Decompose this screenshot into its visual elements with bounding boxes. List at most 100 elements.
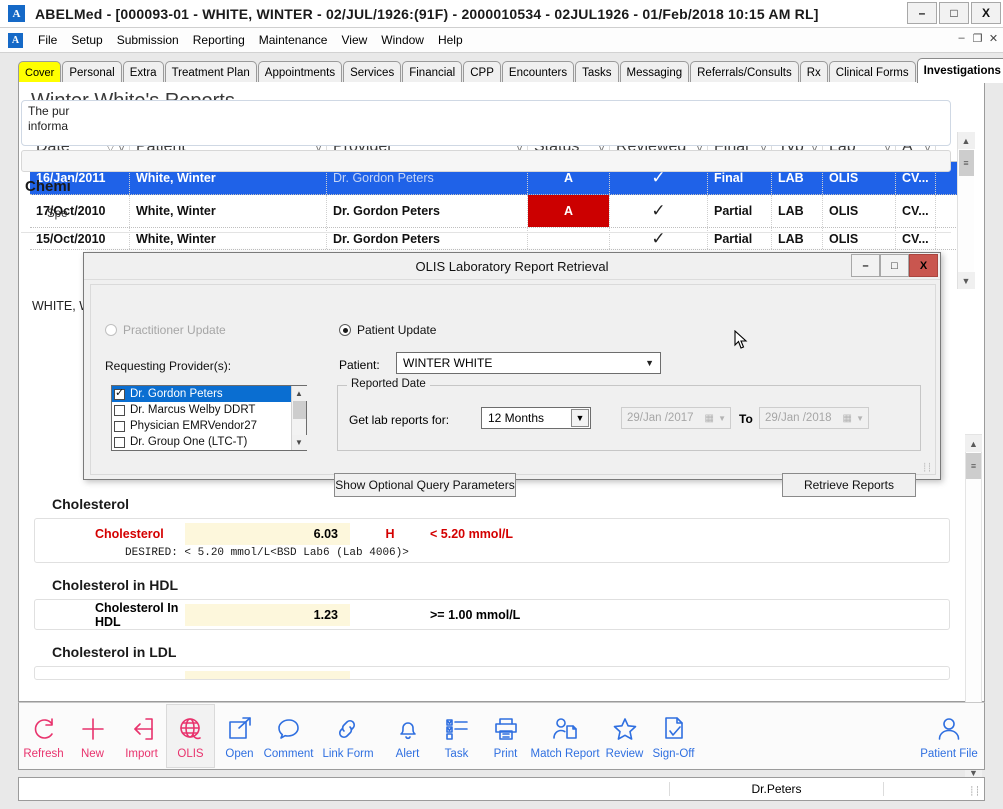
toolbar-button-open[interactable]: Open (215, 704, 264, 768)
toolbar-button-label: Alert (396, 748, 420, 760)
toolbar-button-patient-file[interactable]: Patient File (914, 704, 984, 768)
months-range-value: 12 Months (488, 411, 544, 425)
requesting-providers-list[interactable]: Dr. Gordon Peters Dr. Marcus Welby DDRTPh… (111, 385, 307, 451)
toolbar-button-label: OLIS (177, 748, 203, 760)
chevron-down-icon[interactable]: ▼ (571, 409, 589, 427)
result-card[interactable]: Cholesterol6.03H< 5.20 mmol/LDESIRED: < … (34, 518, 950, 563)
radio-patient-update[interactable]: Patient Update (339, 323, 436, 337)
tab-messaging[interactable]: Messaging (620, 61, 690, 83)
menu-item-file[interactable]: File (31, 31, 64, 49)
tab-treatment-plan[interactable]: Treatment Plan (165, 61, 257, 83)
toolbar-button-match-report[interactable]: Match Report (530, 704, 600, 768)
maximize-button[interactable]: □ (939, 2, 969, 24)
dialog-minimize-button[interactable]: – (851, 254, 880, 277)
retrieve-reports-button[interactable]: Retrieve Reports (782, 473, 916, 497)
provider-list-item[interactable]: Dr. Gordon Peters (112, 386, 291, 402)
menu-item-setup[interactable]: Setup (64, 31, 109, 49)
dialog-maximize-button[interactable]: □ (880, 254, 909, 277)
menu-item-maintenance[interactable]: Maintenance (252, 31, 335, 49)
refresh-icon (31, 712, 57, 746)
tab-referrals-consults[interactable]: Referrals/Consults (690, 61, 799, 83)
tab-services[interactable]: Services (343, 61, 401, 83)
mdi-window-controls: – ❐ ✕ (956, 32, 999, 45)
checkbox-icon[interactable] (114, 437, 125, 448)
person-document-icon (552, 712, 578, 746)
tab-investigations[interactable]: Investigations (917, 58, 1003, 83)
tab-financial[interactable]: Financial (402, 61, 462, 83)
toolbar-button-comment[interactable]: Comment (264, 704, 313, 768)
toolbar-button-alert[interactable]: Alert (383, 704, 432, 768)
radio-practitioner-update[interactable]: Practitioner Update (105, 323, 226, 337)
tab-extra[interactable]: Extra (123, 61, 164, 83)
dialog-close-button[interactable]: X (909, 254, 938, 277)
date-to-field[interactable]: 29/Jan /2018 ▦ ▼ (759, 407, 869, 429)
results-scroll-up-icon[interactable]: ▲ (965, 435, 982, 452)
menu-item-reporting[interactable]: Reporting (186, 31, 252, 49)
toolbar-button-label: Match Report (530, 748, 599, 760)
table-row[interactable]: 17/Oct/2010White, WinterDr. Gordon Peter… (30, 195, 974, 228)
provider-list-item[interactable]: Dr. Group One (LTC-T) (112, 434, 291, 450)
provider-list-item[interactable]: Physician EMRVendor27 (112, 418, 291, 434)
provider-scroll-down-icon[interactable]: ▼ (292, 435, 307, 450)
result-card[interactable]: Cholesterol In HDL1.23>= 1.00 mmol/L (34, 599, 950, 630)
tab-tasks[interactable]: Tasks (575, 61, 618, 83)
calendar-icon[interactable]: ▦ (705, 413, 714, 424)
toolbar-button-label: Task (445, 748, 469, 760)
window-title: ABELMed - [000093-01 - WHITE, WINTER - 0… (35, 6, 819, 22)
toolbar-button-link-form[interactable]: Link Form (313, 704, 383, 768)
menu-item-help[interactable]: Help (431, 31, 470, 49)
tab-cpp[interactable]: CPP (463, 61, 501, 83)
checkbox-icon[interactable] (114, 421, 125, 432)
scroll-down-icon[interactable]: ▼ (958, 272, 975, 289)
tab-personal[interactable]: Personal (62, 61, 121, 83)
tab-cover[interactable]: Cover (18, 61, 61, 83)
tab-rx[interactable]: Rx (800, 61, 828, 83)
date-from-field[interactable]: 29/Jan /2017 ▦ ▼ (621, 407, 731, 429)
patient-dropdown[interactable]: WINTER WHITE ▼ (396, 352, 661, 374)
dialog-resize-grip-icon[interactable]: ┊┊ (922, 463, 932, 472)
chevron-down-icon[interactable]: ▼ (856, 414, 864, 423)
toolbar-button-review[interactable]: Review (600, 704, 649, 768)
mdi-restore-button[interactable]: ❐ (972, 32, 983, 45)
toolbar-button-refresh[interactable]: Refresh (19, 704, 68, 768)
toolbar-button-new[interactable]: New (68, 704, 117, 768)
tab-clinical-forms[interactable]: Clinical Forms (829, 61, 916, 83)
provider-scrollbar-thumb[interactable] (293, 401, 306, 419)
result-comment: DESIRED: < 5.20 mmol/L<BSD Lab6 (Lab 400… (35, 547, 949, 559)
calendar-icon[interactable]: ▦ (843, 413, 852, 424)
dialog-titlebar: OLIS Laboratory Report Retrieval – □ X (84, 253, 940, 280)
menu-item-window[interactable]: Window (374, 31, 431, 49)
months-range-dropdown[interactable]: 12 Months ▼ (481, 407, 591, 429)
window-titlebar: A ABELMed - [000093-01 - WHITE, WINTER -… (0, 0, 1003, 28)
checkbox-icon[interactable] (114, 389, 125, 400)
result-card[interactable] (34, 666, 950, 680)
close-button[interactable]: X (971, 2, 1001, 24)
toolbar-button-import[interactable]: Import (117, 704, 166, 768)
toolbar-button-sign-off[interactable]: Sign-Off (649, 704, 698, 768)
mdi-close-button[interactable]: ✕ (988, 32, 999, 45)
menu-item-view[interactable]: View (334, 31, 374, 49)
reports-grid-scrollbar[interactable]: ▲ ≡ ▼ (957, 132, 974, 289)
result-analyte-name: Cholesterol In HDL (35, 601, 185, 629)
speech-bubble-icon (276, 712, 302, 746)
provider-list-item[interactable]: Dr. Marcus Welby DDRT (112, 402, 291, 418)
toolbar-button-task[interactable]: Task (432, 704, 481, 768)
minimize-button[interactable]: – (907, 2, 937, 24)
resize-grip-icon[interactable]: ┊┊ (969, 786, 980, 797)
tab-encounters[interactable]: Encounters (502, 61, 574, 83)
show-optional-query-parameters-button[interactable]: Show Optional Query Parameters (334, 473, 516, 497)
provider-name: Dr. Gordon Peters (130, 388, 223, 400)
toolbar-button-print[interactable]: Print (481, 704, 530, 768)
scrollbar-thumb[interactable]: ≡ (959, 150, 974, 176)
results-scrollbar-thumb[interactable]: ≡ (966, 453, 981, 479)
checkbox-icon[interactable] (114, 405, 125, 416)
menu-item-submission[interactable]: Submission (110, 31, 186, 49)
tab-appointments[interactable]: Appointments (258, 61, 342, 83)
toolbar-button-olis[interactable]: OLIS (166, 704, 215, 768)
cell-patient: White, Winter (130, 195, 327, 227)
scroll-up-icon[interactable]: ▲ (958, 132, 975, 149)
chevron-down-icon[interactable]: ▼ (718, 414, 726, 423)
provider-list-scrollbar[interactable]: ▲ ▼ (291, 386, 306, 450)
mdi-minimize-button[interactable]: – (956, 32, 967, 45)
provider-scroll-up-icon[interactable]: ▲ (292, 386, 307, 401)
